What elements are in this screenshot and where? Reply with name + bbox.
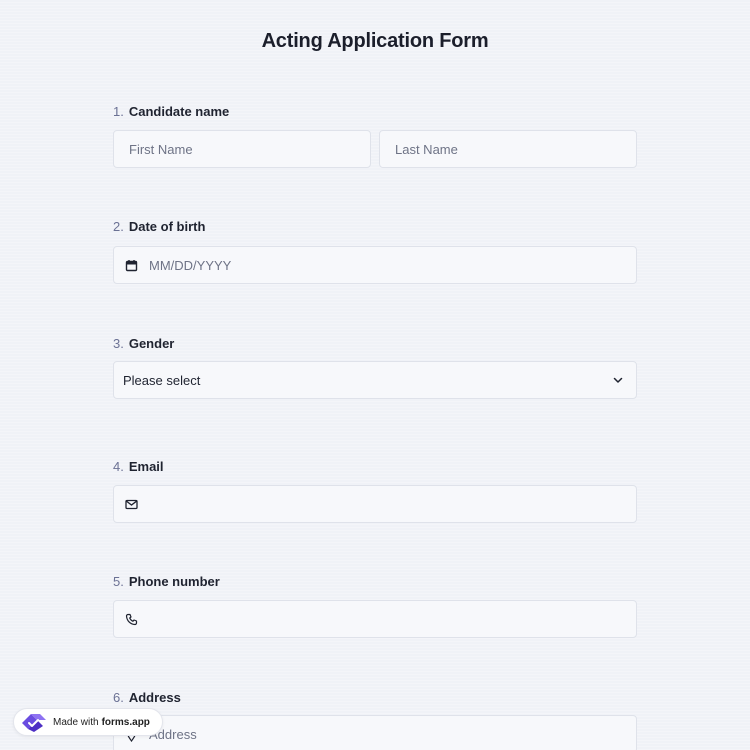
question-title: Phone number	[128, 574, 220, 589]
first-name-placeholder: First Name	[129, 141, 193, 157]
question-number: 5.	[113, 574, 124, 589]
form-title: Acting Application Form	[261, 30, 489, 52]
question-email: 4. Email	[113, 458, 637, 476]
question-number: 4.	[113, 459, 124, 474]
question-label: 3. Gender	[113, 335, 637, 353]
phone-input[interactable]	[113, 600, 637, 638]
question-address: 6. Address	[113, 689, 637, 707]
question-title: Date of birth	[128, 219, 206, 234]
mail-icon	[123, 496, 139, 512]
question-candidate-name: 1. Candidate name	[113, 103, 637, 121]
question-gender: 3. Gender	[113, 335, 637, 353]
last-name-input[interactable]: Last Name	[379, 130, 637, 168]
chevron-down-icon	[610, 372, 626, 388]
last-name-placeholder: Last Name	[395, 141, 458, 157]
question-date-of-birth: 2. Date of birth	[113, 218, 637, 236]
gender-selected-value: Please select	[123, 372, 201, 388]
question-label: 1. Candidate name	[113, 103, 637, 121]
question-title: Address	[128, 690, 181, 705]
question-label: 4. Email	[113, 458, 637, 476]
badge-brand-text: forms.app	[101, 716, 150, 728]
date-of-birth-input[interactable]: MM/DD/YYYY	[113, 246, 637, 284]
date-placeholder: MM/DD/YYYY	[149, 257, 232, 273]
first-name-input[interactable]: First Name	[113, 130, 371, 168]
forms-app-logo-icon	[20, 711, 48, 733]
phone-icon	[123, 611, 139, 627]
form-page: Acting Application Form 1. Candidate name…	[0, 0, 750, 750]
address-input[interactable]: Address	[113, 715, 637, 750]
made-with-forms-app-badge[interactable]: Made with forms.app	[13, 708, 163, 736]
question-title: Gender	[128, 336, 175, 351]
question-label: 2. Date of birth	[113, 218, 637, 236]
question-number: 3.	[113, 336, 124, 351]
badge-prefix-text: Made with	[53, 716, 99, 728]
question-label: 6. Address	[113, 689, 637, 707]
question-title: Email	[128, 459, 164, 474]
question-number: 2.	[113, 219, 124, 234]
calendar-icon	[123, 257, 139, 273]
question-phone-number: 5. Phone number	[113, 573, 637, 591]
email-input[interactable]	[113, 485, 637, 523]
question-label: 5. Phone number	[113, 573, 637, 591]
question-number: 6.	[113, 690, 124, 705]
question-title: Candidate name	[128, 104, 230, 119]
gender-select[interactable]: Please select	[113, 361, 637, 399]
question-number: 1.	[113, 104, 124, 119]
